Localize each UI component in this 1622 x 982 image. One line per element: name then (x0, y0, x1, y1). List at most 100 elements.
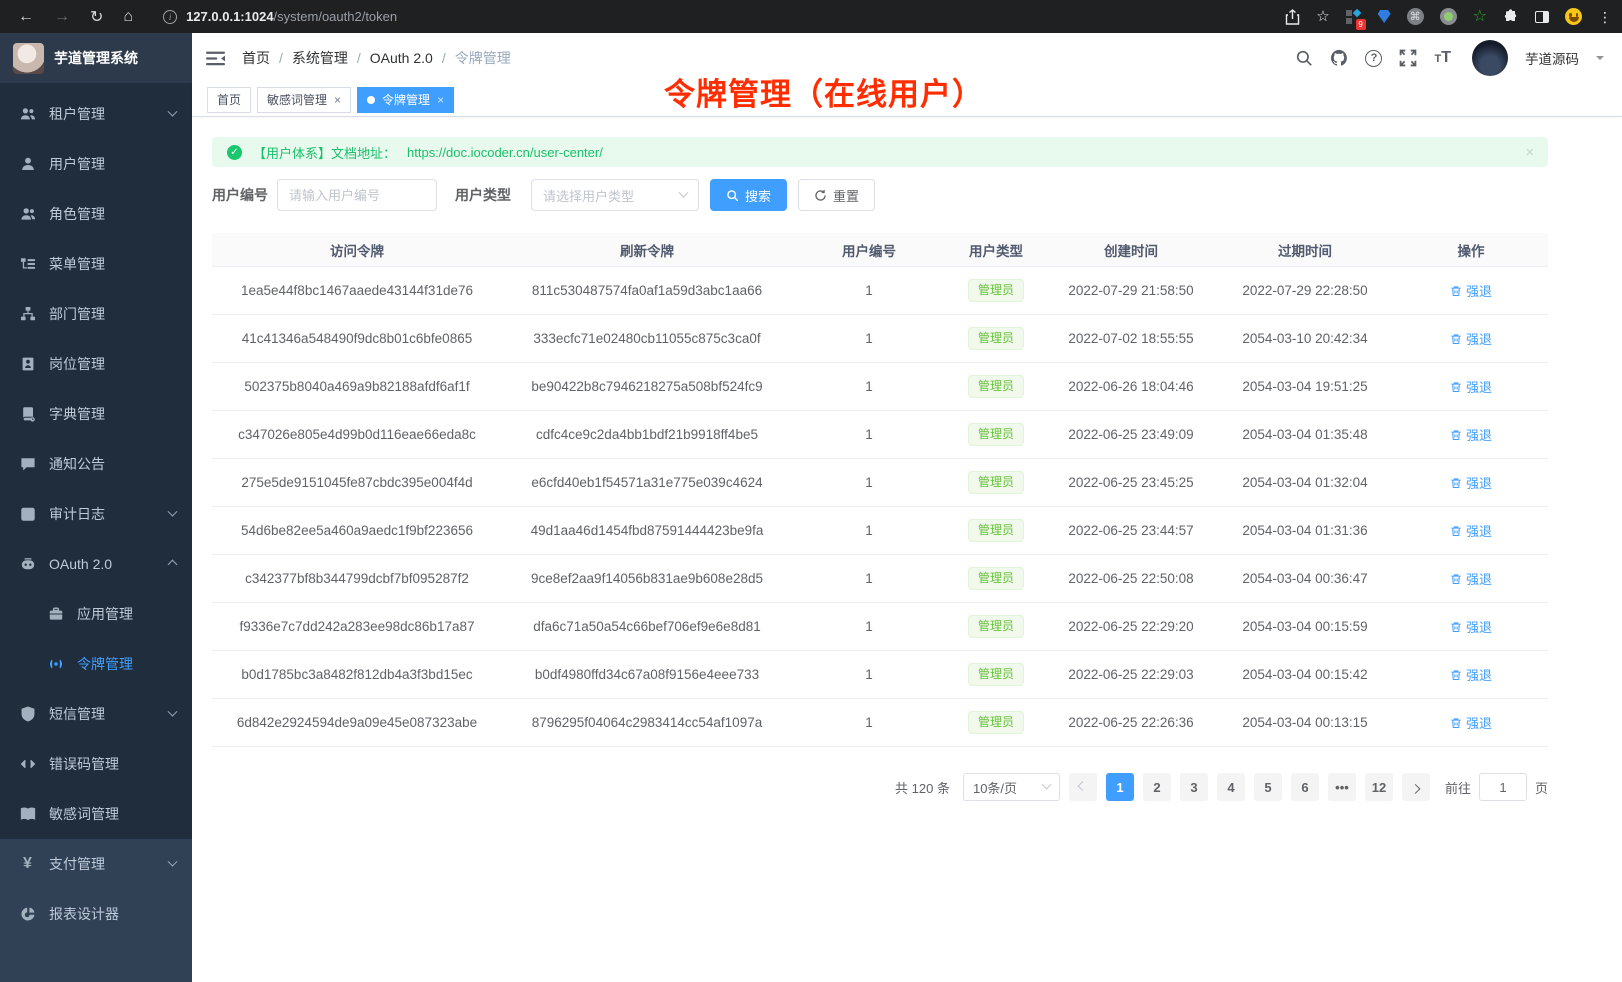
sidebar-item-notice[interactable]: 通知公告 (0, 439, 192, 489)
force-logout-button[interactable]: 强退 (1450, 569, 1492, 588)
breadcrumb-item[interactable]: 系统管理 (292, 48, 348, 68)
browser-reload-icon[interactable]: ↻ (90, 7, 103, 27)
doc-link[interactable]: https://doc.iocoder.cn/user-center/ (407, 145, 603, 160)
tab-item[interactable]: 首页 (207, 87, 251, 113)
sidebar-item-dict[interactable]: 字典管理 (0, 389, 192, 439)
app-logo-bar[interactable]: 芋道管理系统 (0, 33, 192, 83)
page-button-6[interactable]: 6 (1291, 773, 1319, 801)
page-button-2[interactable]: 2 (1143, 773, 1171, 801)
force-logout-button[interactable]: 强退 (1450, 521, 1492, 540)
extension-blocks-icon[interactable]: 9 (1346, 9, 1362, 25)
profile-avatar-icon[interactable] (1565, 8, 1582, 25)
sidebar-item-user[interactable]: 用户管理 (0, 139, 192, 189)
chevron-down-icon (168, 106, 178, 116)
user-id-input[interactable] (277, 179, 437, 211)
bookmark-star-icon[interactable]: ☆ (1316, 9, 1329, 24)
breadcrumb-item[interactable]: OAuth 2.0 (370, 50, 433, 66)
access-token-cell: 502375b8040a469a9b82188afdf6af1f (212, 379, 502, 394)
user-id-cell: 1 (792, 571, 946, 586)
extensions-puzzle-icon[interactable] (1503, 9, 1519, 25)
collapse-sidebar-icon[interactable] (206, 49, 225, 68)
font-size-icon[interactable]: TT (1434, 49, 1451, 67)
user-name[interactable]: 芋道源码 (1525, 48, 1579, 68)
breadcrumb-item: 令牌管理 (455, 48, 511, 68)
force-logout-button[interactable]: 强退 (1450, 473, 1492, 492)
access-token-cell: 54d6be82ee5a460a9aedc1f9bf223656 (212, 523, 502, 538)
search-button[interactable]: 搜索 (710, 179, 787, 211)
page-button-3[interactable]: 3 (1180, 773, 1208, 801)
sidebar-item-signal[interactable]: 令牌管理 (0, 639, 192, 689)
fullscreen-icon[interactable] (1399, 49, 1417, 67)
browser-forward-icon[interactable]: → (54, 8, 70, 26)
breadcrumb-item[interactable]: 首页 (242, 48, 270, 68)
page-button-1[interactable]: 1 (1106, 773, 1134, 801)
sidebar-item-open-book[interactable]: 敏感词管理 (0, 789, 192, 839)
trash-icon (1450, 621, 1462, 633)
sidebar-item-menu-tree[interactable]: 菜单管理 (0, 239, 192, 289)
force-logout-button[interactable]: 强退 (1450, 665, 1492, 684)
browser-menu-icon[interactable]: ⋮ (1598, 10, 1612, 24)
sidebar-item-briefcase[interactable]: 应用管理 (0, 589, 192, 639)
sidebar-item-robot[interactable]: OAuth 2.0 (0, 539, 192, 589)
tab-close-icon[interactable]: × (334, 93, 341, 107)
force-logout-button[interactable]: 强退 (1450, 281, 1492, 300)
github-icon[interactable] (1330, 49, 1348, 67)
site-info-icon[interactable]: i (163, 10, 177, 24)
user-id-cell: 1 (792, 523, 946, 538)
chevron-down-icon (168, 706, 178, 716)
help-icon[interactable]: ? (1365, 50, 1382, 67)
page-size-select[interactable]: 10条/页 (963, 773, 1060, 801)
goto-page-input[interactable] (1479, 773, 1527, 801)
sidebar-item-label: OAuth 2.0 (49, 556, 112, 572)
expire-time-cell: 2054-03-04 00:15:59 (1216, 619, 1394, 634)
tab-item[interactable]: 敏感词管理× (257, 87, 351, 113)
browser-home-icon[interactable]: ⌂ (123, 8, 133, 26)
force-logout-button[interactable]: 强退 (1450, 617, 1492, 636)
page-button-5[interactable]: 5 (1254, 773, 1282, 801)
search-icon[interactable] (1295, 49, 1313, 67)
share-icon[interactable] (1285, 9, 1300, 25)
tab-close-icon[interactable]: × (437, 93, 444, 107)
gem-extension-icon[interactable] (1378, 10, 1391, 23)
browser-address-bar[interactable]: i 127.0.0.1:1024/system/oauth2/token (163, 9, 1285, 24)
pagination-ellipsis[interactable]: ••• (1328, 773, 1356, 801)
token-table: 访问令牌刷新令牌用户编号用户类型创建时间过期时间操作 1ea5e44f8bc14… (212, 233, 1548, 747)
sidebar-item-badge[interactable]: 岗位管理 (0, 339, 192, 389)
sidebar-menu-light-section: ¥支付管理报表设计器 (0, 839, 192, 982)
sidebar-menu: 租户管理用户管理角色管理菜单管理部门管理岗位管理字典管理通知公告审计日志 OAut… (0, 83, 192, 982)
tab-active[interactable]: 令牌管理× (357, 87, 454, 113)
force-logout-button[interactable]: 强退 (1450, 713, 1492, 732)
sidebar-item-audit[interactable]: 审计日志 (0, 489, 192, 539)
sidebar-toggle-icon[interactable] (1535, 11, 1549, 23)
user-id-cell: 1 (792, 379, 946, 394)
next-page-button[interactable] (1402, 773, 1430, 801)
sidebar-item-yen[interactable]: ¥支付管理 (0, 839, 192, 889)
sidebar-item-code[interactable]: 错误码管理 (0, 739, 192, 789)
refresh-token-cell: 333ecfc71e02480cb11055c875c3ca0f (502, 331, 792, 346)
alert-close-icon[interactable]: × (1525, 144, 1534, 161)
force-logout-button[interactable]: 强退 (1450, 377, 1492, 396)
open-book-icon (19, 806, 36, 823)
sidebar-item-shield[interactable]: 短信管理 (0, 689, 192, 739)
user-type-select[interactable]: 请选择用户类型 (531, 179, 699, 211)
reset-button[interactable]: 重置 (798, 179, 875, 211)
page-button-4[interactable]: 4 (1217, 773, 1245, 801)
user-menu-caret-icon[interactable] (1596, 56, 1604, 64)
pie-icon (19, 906, 36, 923)
sidebar-item-org[interactable]: 部门管理 (0, 289, 192, 339)
sidebar-item-pie[interactable]: 报表设计器 (0, 889, 192, 939)
prev-page-button[interactable] (1069, 773, 1097, 801)
star-extension-icon[interactable]: ☆ (1473, 9, 1487, 25)
page-button-12[interactable]: 12 (1365, 773, 1393, 801)
recorder-extension-icon[interactable] (1440, 8, 1457, 25)
chevron-down-icon (679, 187, 689, 197)
force-logout-button[interactable]: 强退 (1450, 425, 1492, 444)
force-logout-button[interactable]: 强退 (1450, 329, 1492, 348)
browser-back-icon[interactable]: ← (18, 8, 34, 26)
sidebar-item-role[interactable]: 角色管理 (0, 189, 192, 239)
command-extension-icon[interactable]: ⌘ (1407, 8, 1424, 25)
refresh-token-cell: b0df4980ffd34c67a08f9156e4eee733 (502, 667, 792, 682)
table-row: f9336e7c7dd242a283ee98dc86b17a87dfa6c71a… (212, 603, 1548, 651)
sidebar-item-users[interactable]: 租户管理 (0, 89, 192, 139)
user-avatar[interactable] (1472, 40, 1508, 76)
